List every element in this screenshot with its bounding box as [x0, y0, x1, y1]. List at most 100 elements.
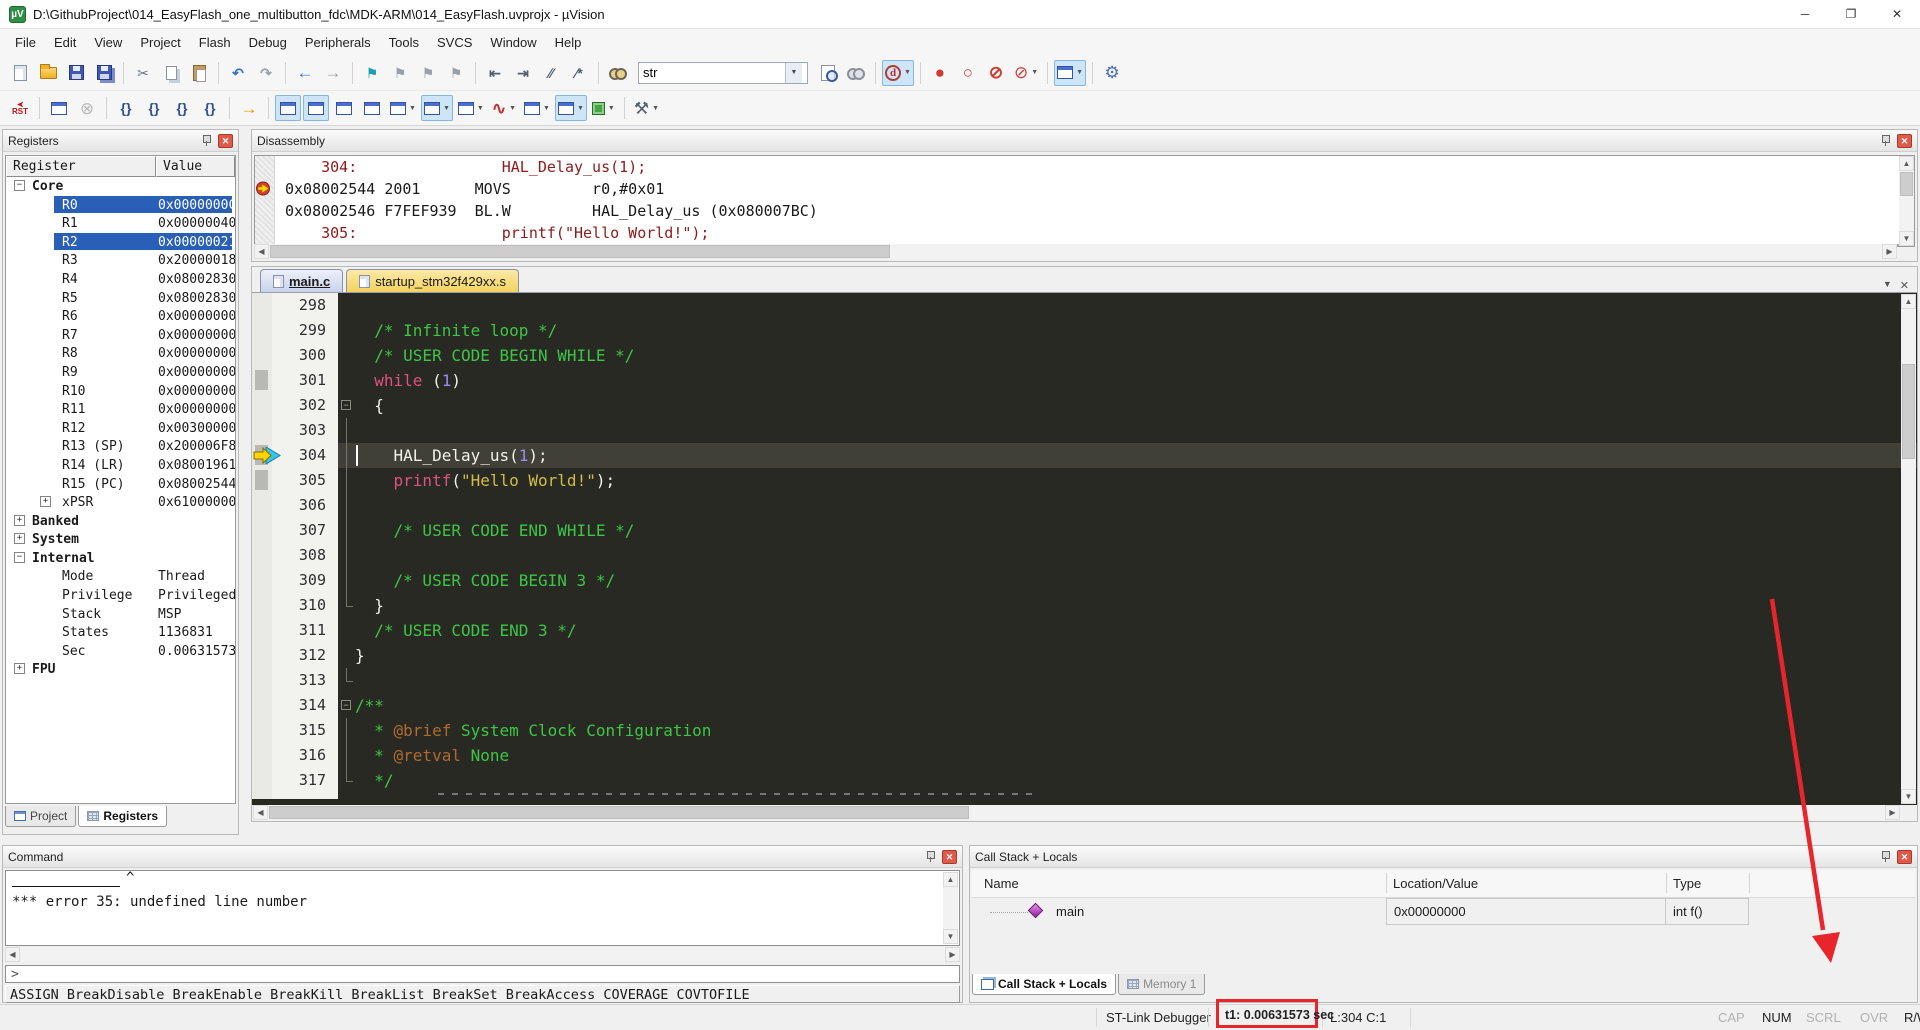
close-document-icon[interactable]: ✕	[1900, 279, 1909, 292]
command-output[interactable]: ^ *** error 35: undefined line number	[5, 870, 960, 946]
reset-button[interactable]: RST	[7, 95, 33, 121]
register-row-r10[interactable]: R10 0x00000000	[6, 382, 235, 401]
register-row-r13-sp-[interactable]: R13 (SP) 0x200006F8	[6, 437, 235, 456]
debug-session-button[interactable]: d ▼	[882, 59, 914, 86]
register-row-r6[interactable]: R6 0x00000000	[6, 307, 235, 326]
disassembly-gutter[interactable]	[255, 178, 275, 200]
register-row-r8[interactable]: R8 0x00000000	[6, 344, 235, 363]
line-number[interactable]: 304	[272, 443, 338, 468]
line-number[interactable]: 298	[272, 293, 338, 318]
scroll-up-icon[interactable]: ▲	[943, 872, 958, 887]
disassembly-vscrollbar[interactable]: ▲ ▼	[1899, 156, 1914, 246]
code-line-311[interactable]: 311 /* USER CODE END 3 */	[252, 618, 1917, 643]
code-line-299[interactable]: 299 /* Infinite loop */	[252, 318, 1917, 343]
register-row-r0[interactable]: R0 0x0000000C	[6, 195, 235, 215]
menu-view[interactable]: View	[85, 31, 131, 54]
line-number[interactable]: 310	[272, 593, 338, 618]
register-row-r2[interactable]: R2 0x00000021	[6, 232, 235, 252]
value-column-header[interactable]: Value	[156, 156, 235, 177]
save-button[interactable]	[63, 60, 89, 86]
command-vscrollbar[interactable]: ▲ ▼	[943, 872, 958, 944]
fold-collapse-icon[interactable]: −	[341, 400, 351, 410]
fold-gutter[interactable]	[338, 493, 355, 518]
undo-button[interactable]: ↶	[225, 60, 251, 86]
indent-button[interactable]: ⇥	[510, 60, 536, 86]
fold-gutter[interactable]	[338, 468, 355, 493]
scroll-down-icon[interactable]: ▼	[943, 929, 958, 944]
line-number[interactable]: 313	[272, 668, 338, 693]
column-location-value[interactable]: Location/Value	[1393, 876, 1478, 891]
fold-gutter[interactable]	[338, 518, 355, 543]
command-window-button[interactable]	[275, 95, 301, 121]
copy-button[interactable]	[158, 60, 184, 86]
register-row-r11[interactable]: R11 0x00000000	[6, 400, 235, 419]
fold-gutter[interactable]	[338, 618, 355, 643]
register-row-states[interactable]: States 1136831	[6, 623, 235, 642]
fold-gutter[interactable]	[338, 443, 355, 468]
minimize-button[interactable]: ─	[1782, 0, 1828, 29]
scroll-right-icon[interactable]: ▶	[945, 947, 960, 962]
line-number[interactable]: 317	[272, 768, 338, 793]
redo-button[interactable]: ↷	[253, 60, 279, 86]
disassembly-gutter[interactable]	[255, 222, 275, 244]
scroll-right-icon[interactable]: ▶	[1885, 805, 1900, 820]
chevron-down-icon[interactable]: ▼	[785, 62, 802, 83]
fold-gutter[interactable]	[338, 668, 355, 693]
fold-collapse-icon[interactable]: −	[341, 700, 351, 710]
code-line-317[interactable]: 317 */	[252, 768, 1917, 793]
fold-gutter[interactable]	[338, 593, 355, 618]
code-line-304[interactable]: 304 HAL_Delay_us(1);	[252, 443, 1917, 468]
register-row-r4[interactable]: R4 0x08002830	[6, 270, 235, 289]
code-line-316[interactable]: 316 * @retval None	[252, 743, 1917, 768]
fold-gutter[interactable]	[338, 543, 355, 568]
code-line-314[interactable]: 314−/**	[252, 693, 1917, 718]
menu-help[interactable]: Help	[546, 31, 591, 54]
register-row-r9[interactable]: R9 0x00000000	[6, 363, 235, 382]
run-to-line-button[interactable]: {}	[197, 95, 223, 121]
register-row-r12[interactable]: R12 0x00300000	[6, 419, 235, 438]
close-button[interactable]: ✕	[1874, 0, 1920, 29]
scroll-left-icon[interactable]: ◀	[254, 244, 269, 259]
code-line-308[interactable]: 308	[252, 543, 1917, 568]
step-button[interactable]: {}	[113, 95, 139, 121]
line-number[interactable]: 314	[272, 693, 338, 718]
column-name[interactable]: Name	[984, 876, 1019, 891]
scroll-down-icon[interactable]: ▼	[1899, 231, 1914, 246]
tab-main-c[interactable]: main.c	[260, 269, 344, 292]
trace-windows-button[interactable]: ▼	[521, 95, 553, 121]
line-number[interactable]: 309	[272, 568, 338, 593]
outdent-button[interactable]: ⇤	[482, 60, 508, 86]
register-row-internal[interactable]: − Internal	[6, 549, 235, 568]
tab-registers[interactable]: Registers	[78, 806, 168, 827]
nav-back-button[interactable]: ←	[292, 60, 318, 86]
register-row-r7[interactable]: R7 0x00000000	[6, 326, 235, 345]
fold-gutter[interactable]	[338, 743, 355, 768]
pin-icon[interactable]	[201, 134, 212, 147]
register-row-system[interactable]: + System	[6, 530, 235, 549]
run-button[interactable]: →	[236, 95, 262, 121]
callstack-row-main[interactable]: main 0x00000000 int f()	[972, 898, 1915, 926]
memory-windows-button[interactable]: ▼	[420, 95, 453, 121]
fold-gutter[interactable]: −	[338, 693, 355, 718]
line-number[interactable]: 308	[272, 543, 338, 568]
pin-icon[interactable]	[925, 850, 936, 863]
line-number[interactable]: 312	[272, 643, 338, 668]
disassembly-line[interactable]: 304: HAL_Delay_us(1);	[255, 156, 1914, 178]
find-in-files-button[interactable]	[605, 60, 631, 86]
toolbox-button[interactable]: ▼	[589, 95, 618, 121]
menu-project[interactable]: Project	[131, 31, 189, 54]
disassembly-line[interactable]: 0x08002546 F7FEF939 BL.W HAL_Delay_us (0…	[255, 200, 1914, 222]
tab-startup-s[interactable]: startup_stm32f429xx.s	[346, 269, 519, 292]
code-line-315[interactable]: 315 * @brief System Clock Configuration	[252, 718, 1917, 743]
incremental-find-button[interactable]	[843, 60, 869, 86]
register-column-header[interactable]: Register	[6, 156, 156, 177]
menu-peripherals[interactable]: Peripherals	[296, 31, 380, 54]
scroll-right-icon[interactable]: ▶	[1882, 244, 1897, 259]
window-layout-button[interactable]: ▼	[1054, 59, 1087, 86]
fold-gutter[interactable]	[338, 418, 355, 443]
code-line-298[interactable]: 298	[252, 293, 1917, 318]
system-viewer-button[interactable]: ▼	[554, 95, 587, 121]
fold-gutter[interactable]	[338, 293, 355, 318]
register-row-core[interactable]: − Core	[6, 177, 235, 196]
line-number[interactable]: 311	[272, 618, 338, 643]
